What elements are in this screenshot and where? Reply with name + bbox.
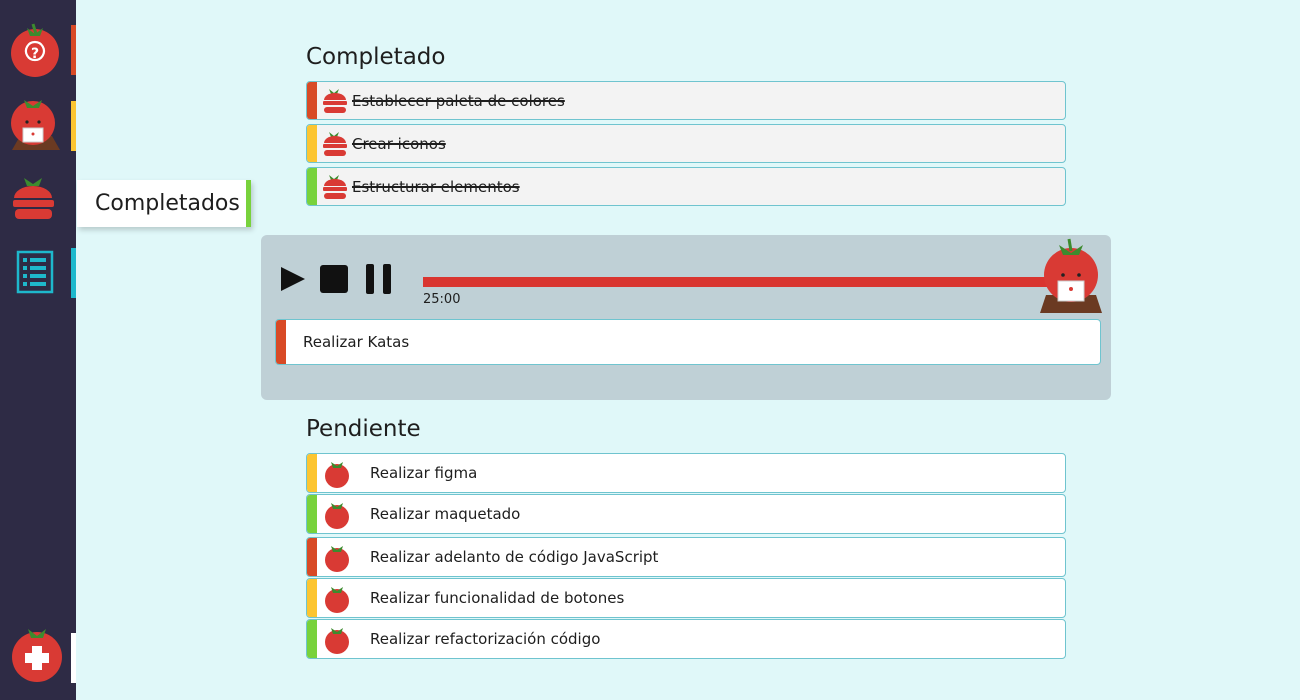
- timer-panel: 25:00 Realizar Katas: [261, 235, 1111, 400]
- add-tomato-icon: [12, 629, 62, 682]
- current-task[interactable]: Realizar Katas: [275, 319, 1101, 365]
- completed-stack-icon: [323, 132, 347, 156]
- tomato-icon: [325, 587, 349, 613]
- sidebar-accent-help: [71, 25, 76, 75]
- pending-task[interactable]: Realizar refactorización código: [306, 619, 1066, 659]
- add-task-button[interactable]: [6, 625, 66, 683]
- task-color-accent: [307, 125, 317, 162]
- task-label: Realizar funcionalidad de botones: [370, 589, 625, 607]
- pending-task[interactable]: Realizar adelanto de código JavaScript: [306, 537, 1066, 577]
- completed-task[interactable]: Crear iconos: [306, 124, 1066, 163]
- tomato-icon: [325, 503, 349, 529]
- sidebar-item-list[interactable]: [6, 246, 66, 302]
- timer-progress-bar[interactable]: [423, 277, 1063, 287]
- completed-task[interactable]: Estructurar elementos: [306, 167, 1066, 206]
- pause-icon[interactable]: [363, 263, 395, 295]
- sidebar: ?: [0, 0, 76, 700]
- task-color-accent: [307, 82, 317, 119]
- tomato-laptop-icon: [11, 100, 60, 150]
- sidebar-accent-add: [71, 633, 76, 683]
- stop-icon[interactable]: [318, 263, 350, 295]
- tomato-icon: [325, 462, 349, 488]
- task-label: Establecer paleta de colores: [352, 91, 565, 110]
- tomato-icon: [325, 546, 349, 572]
- completed-task[interactable]: Establecer paleta de colores: [306, 81, 1066, 120]
- completed-section-title: Completado: [306, 44, 446, 70]
- task-label: Realizar adelanto de código JavaScript: [370, 548, 659, 566]
- sidebar-tooltip: Completados: [77, 180, 251, 227]
- sidebar-item-timer[interactable]: [6, 96, 66, 156]
- task-color-accent: [276, 320, 286, 364]
- task-label: Crear iconos: [352, 134, 446, 153]
- task-color-accent: [307, 620, 317, 658]
- current-task-label: Realizar Katas: [303, 333, 410, 351]
- task-color-accent: [307, 168, 317, 205]
- task-label: Realizar refactorización código: [370, 630, 601, 648]
- task-color-accent: [307, 538, 317, 576]
- pending-task[interactable]: Realizar funcionalidad de botones: [306, 578, 1066, 618]
- completed-stack-icon: [13, 178, 54, 219]
- sidebar-item-completed[interactable]: [6, 176, 66, 232]
- sidebar-accent-list: [71, 248, 76, 298]
- completed-stack-icon: [323, 89, 347, 113]
- task-color-accent: [307, 495, 317, 533]
- pending-section-title: Pendiente: [306, 416, 421, 442]
- task-label: Estructurar elementos: [352, 177, 520, 196]
- pending-task[interactable]: Realizar figma: [306, 453, 1066, 493]
- task-label: Realizar maquetado: [370, 505, 521, 523]
- timer-progress-fill: [423, 277, 1063, 287]
- sidebar-item-help[interactable]: ?: [6, 22, 66, 78]
- task-color-accent: [307, 579, 317, 617]
- tomato-laptop-icon: [1040, 238, 1102, 313]
- completed-stack-icon: [323, 175, 347, 199]
- svg-text:?: ?: [31, 46, 39, 62]
- task-label: Realizar figma: [370, 464, 478, 482]
- help-tomato-icon: ?: [11, 23, 59, 77]
- play-icon[interactable]: [277, 263, 309, 295]
- list-icon: [16, 250, 54, 294]
- task-color-accent: [307, 454, 317, 492]
- tomato-icon: [325, 628, 349, 654]
- sidebar-accent-timer: [71, 101, 76, 151]
- timer-time: 25:00: [423, 292, 461, 307]
- pending-task[interactable]: Realizar maquetado: [306, 494, 1066, 534]
